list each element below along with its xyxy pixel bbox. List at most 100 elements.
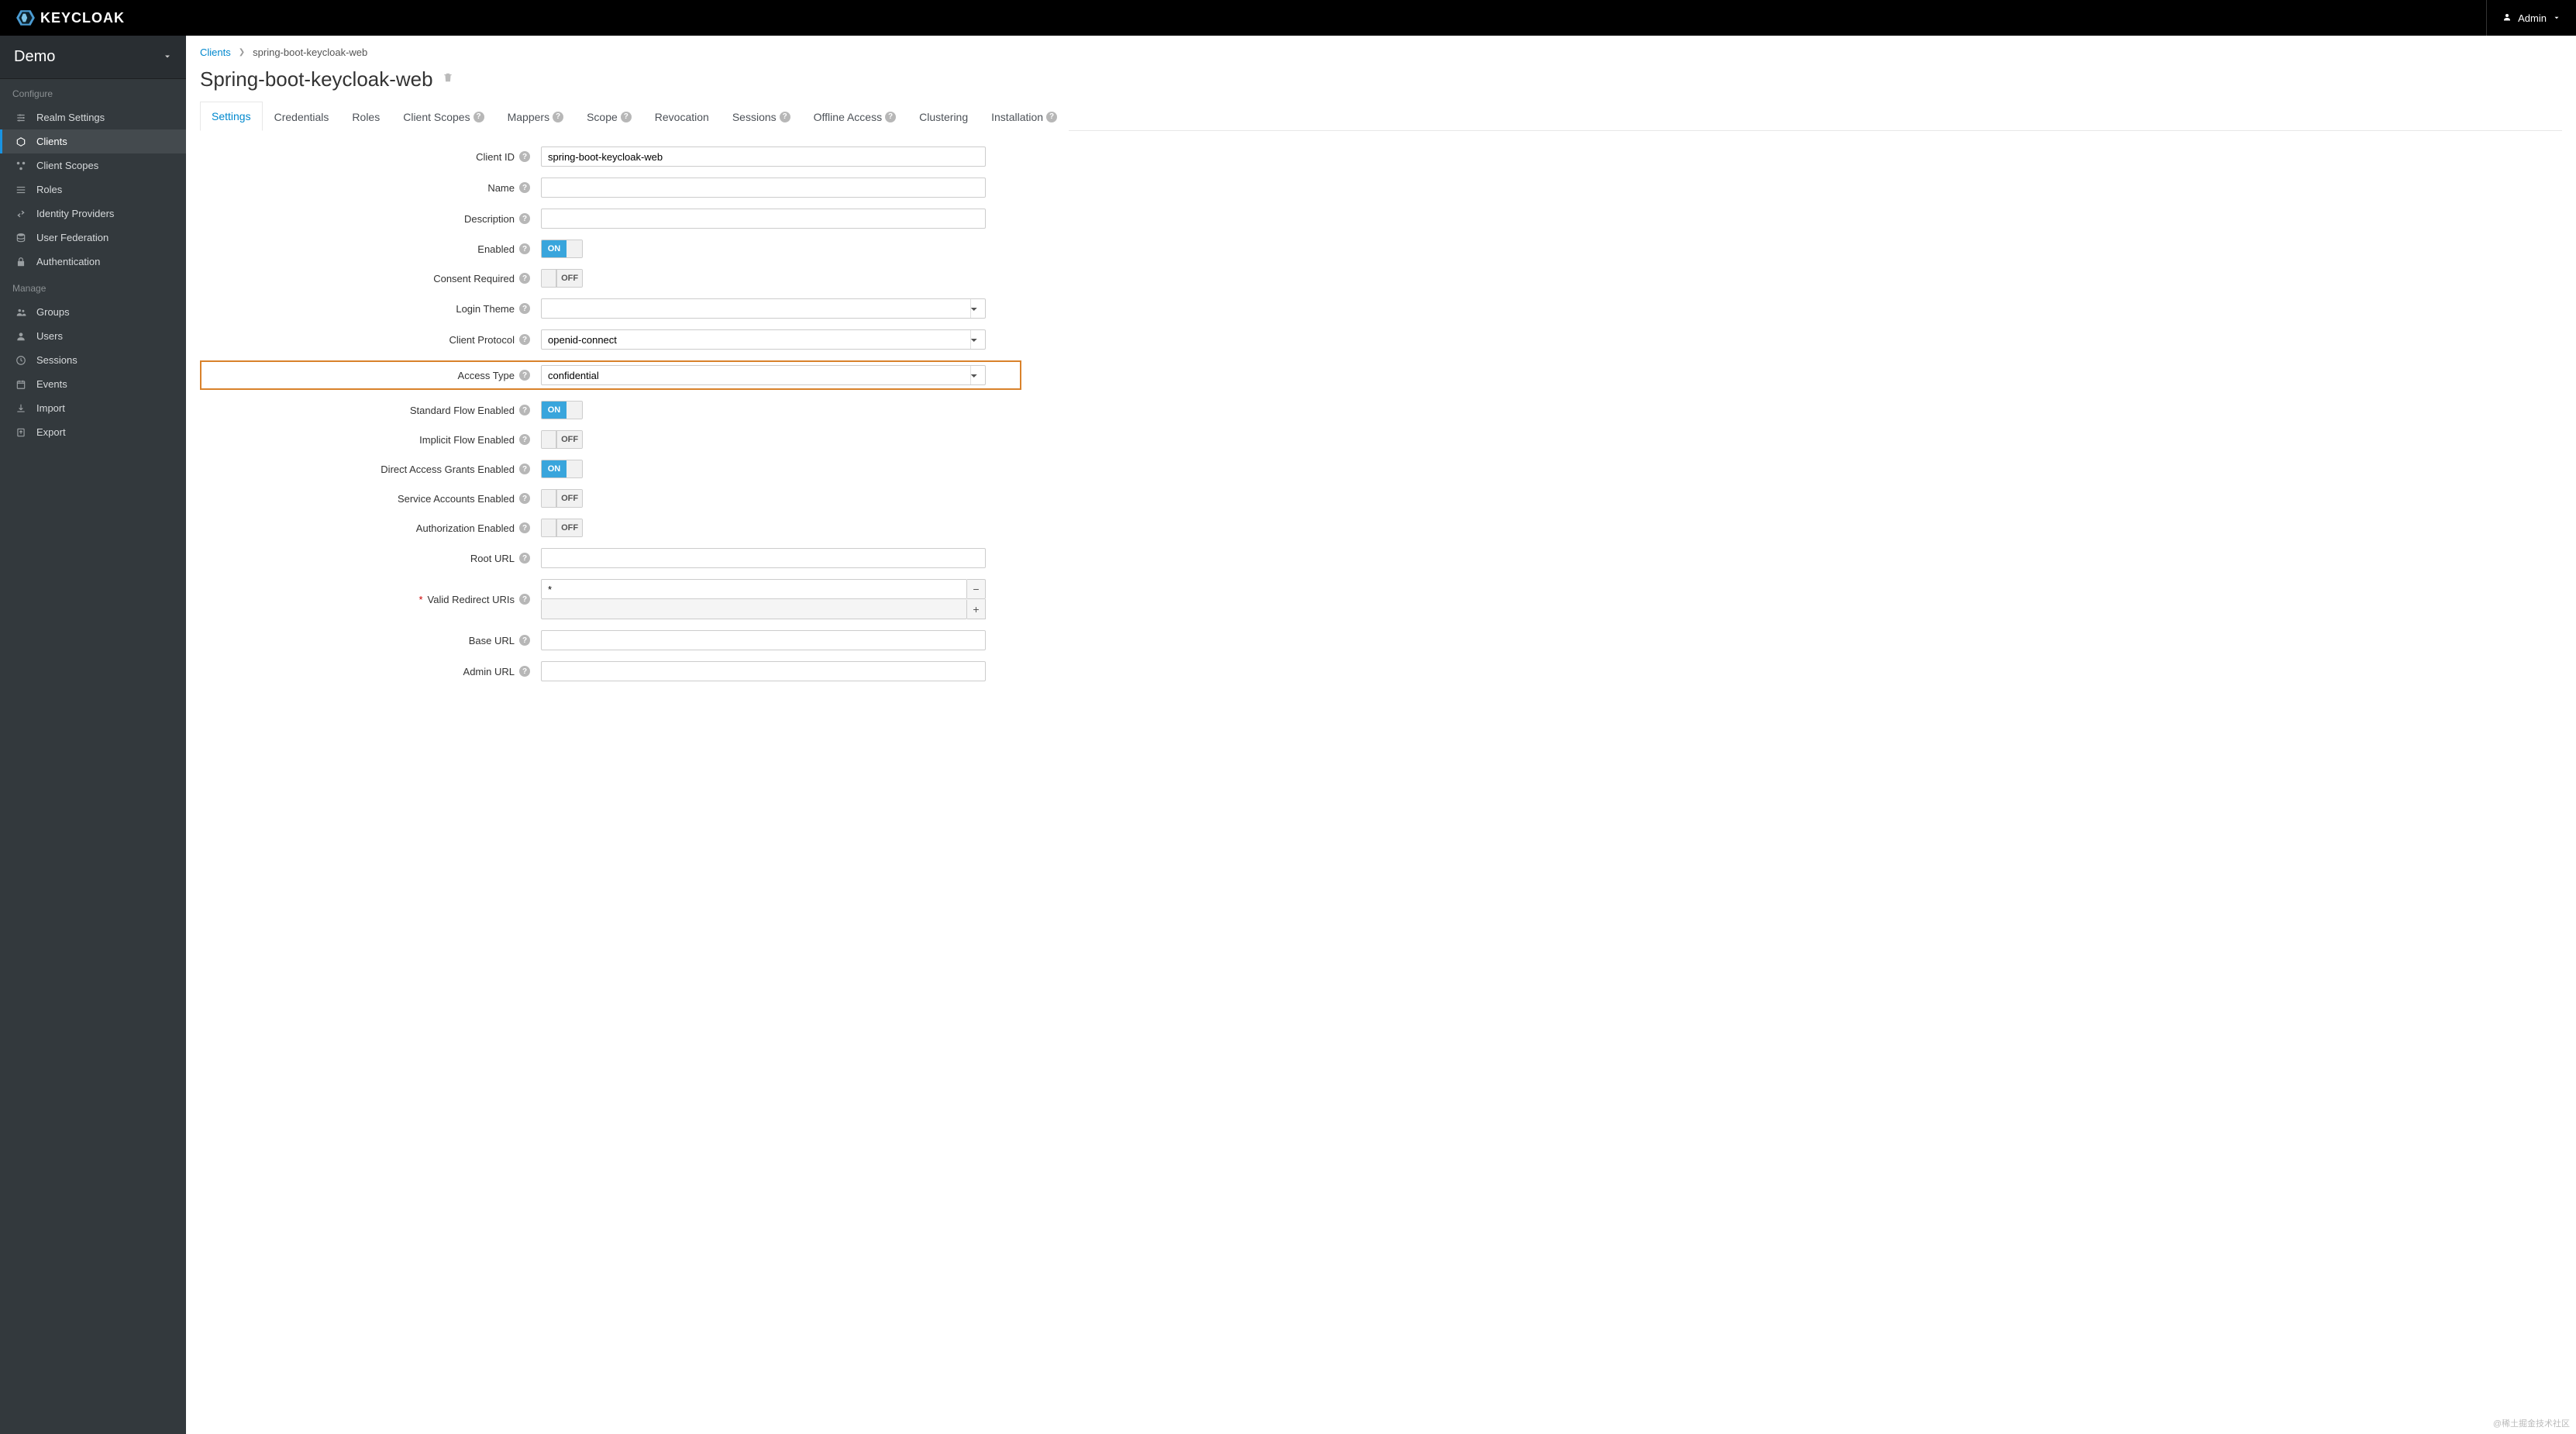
delete-client-button[interactable] [443,72,453,87]
exchange-icon [15,209,27,219]
sidebar-item-export[interactable]: Export [0,420,186,444]
help-icon: ? [519,493,530,504]
sidebar-item-users[interactable]: Users [0,324,186,348]
tab-offline-access[interactable]: Offline Access? [802,102,907,131]
client-id-input[interactable] [541,147,986,167]
sidebar-item-roles[interactable]: Roles [0,178,186,202]
help-icon: ? [519,464,530,474]
tab-installation[interactable]: Installation? [980,102,1069,131]
form-row-description: Description? [200,209,1021,229]
scopes-icon [15,160,27,171]
user-label: Admin [2518,12,2547,24]
add-uri-button[interactable]: + [967,599,986,619]
tab-mappers[interactable]: Mappers? [496,102,575,131]
list-icon [15,184,27,195]
service-accounts-toggle[interactable]: ONOFF [541,489,583,508]
help-icon: ? [519,370,530,381]
standard-flow-toggle[interactable]: ONOFF [541,401,583,419]
tab-clustering[interactable]: Clustering [907,102,980,131]
topbar: KEYCLOAK Admin [0,0,2576,36]
form-row-valid-redirect-uris: * Valid Redirect URIs?−+ [200,579,1021,619]
help-icon: ? [519,434,530,445]
field-label: Standard Flow Enabled? [200,405,541,416]
realm-selector[interactable]: Demo [0,36,186,79]
sidebar-item-groups[interactable]: Groups [0,300,186,324]
form-row-authorization-enabled: Authorization Enabled?ONOFF [200,519,1021,537]
sidebar-section-header: Configure [0,79,186,105]
enabled-toggle[interactable]: ONOFF [541,240,583,258]
sidebar-item-authentication[interactable]: Authentication [0,250,186,274]
help-icon: ? [519,635,530,646]
brand-logo[interactable]: KEYCLOAK [15,8,125,28]
field-label: Login Theme? [200,303,541,315]
form-row-name: Name? [200,178,1021,198]
field-label: Consent Required? [200,273,541,284]
redirect-uri-input[interactable] [541,579,967,599]
breadcrumb-parent-link[interactable]: Clients [200,47,231,58]
help-icon: ? [519,334,530,345]
field-label: Base URL? [200,635,541,646]
sidebar-item-clients[interactable]: Clients [0,129,186,153]
implicit-flow-toggle[interactable]: ONOFF [541,430,583,449]
sidebar-item-client-scopes[interactable]: Client Scopes [0,153,186,178]
sidebar-section-header: Manage [0,274,186,300]
consent-required-toggle[interactable]: ONOFF [541,269,583,288]
redirect-uri-new-input[interactable] [541,599,967,619]
tab-credentials[interactable]: Credentials [263,102,341,131]
tab-scope[interactable]: Scope? [575,102,643,131]
field-label: Authorization Enabled? [200,522,541,534]
sidebar-item-user-federation[interactable]: User Federation [0,226,186,250]
tab-settings[interactable]: Settings [200,102,263,131]
lock-icon [15,257,27,267]
form-row-consent-required: Consent Required?ONOFF [200,269,1021,288]
help-icon: ? [519,553,530,564]
field-label: Client ID? [200,151,541,163]
remove-uri-button[interactable]: − [967,579,986,599]
sidebar-item-label: Identity Providers [36,208,114,219]
sidebar-item-realm-settings[interactable]: Realm Settings [0,105,186,129]
breadcrumb-current: spring-boot-keycloak-web [253,47,367,58]
authorization-toggle[interactable]: ONOFF [541,519,583,537]
field-label: * Valid Redirect URIs? [200,594,541,605]
database-icon [15,233,27,243]
login-theme-select[interactable] [541,298,986,319]
help-icon: ? [780,112,790,122]
clock-icon [15,355,27,366]
form-row-base-url: Base URL? [200,630,1021,650]
sidebar-item-label: Sessions [36,354,77,366]
client-protocol-select[interactable]: openid-connect [541,329,986,350]
description-input[interactable] [541,209,986,229]
field-label: Root URL? [200,553,541,564]
help-icon: ? [519,666,530,677]
sidebar-item-import[interactable]: Import [0,396,186,420]
user-menu[interactable]: Admin [2486,0,2561,36]
name-input[interactable] [541,178,986,198]
form-row-enabled: Enabled?ONOFF [200,240,1021,258]
admin-url-input[interactable] [541,661,986,681]
sidebar-item-label: User Federation [36,232,108,243]
tab-roles[interactable]: Roles [340,102,391,131]
help-icon: ? [519,405,530,415]
help-icon: ? [519,213,530,224]
tab-client-scopes[interactable]: Client Scopes? [391,102,495,131]
form-row-admin-url: Admin URL? [200,661,1021,681]
sidebar-item-label: Client Scopes [36,160,98,171]
tabs: SettingsCredentialsRolesClient Scopes?Ma… [200,101,2562,131]
tab-sessions[interactable]: Sessions? [721,102,802,131]
form-row-access-type: Access Type?confidential [200,360,1021,390]
chevron-down-icon [2553,12,2561,24]
form-row-service-accounts-enabled: Service Accounts Enabled?ONOFF [200,489,1021,508]
tab-revocation[interactable]: Revocation [643,102,721,131]
help-icon: ? [519,273,530,284]
base-url-input[interactable] [541,630,986,650]
sidebar-item-sessions[interactable]: Sessions [0,348,186,372]
realm-name: Demo [14,48,55,66]
field-label: Description? [200,213,541,225]
sidebar-item-events[interactable]: Events [0,372,186,396]
sidebar-item-identity-providers[interactable]: Identity Providers [0,202,186,226]
redirect-uris-group: −+ [541,579,986,619]
access-type-select[interactable]: confidential [541,365,986,385]
direct-access-toggle[interactable]: ONOFF [541,460,583,478]
field-label: Implicit Flow Enabled? [200,434,541,446]
root-url-input[interactable] [541,548,986,568]
